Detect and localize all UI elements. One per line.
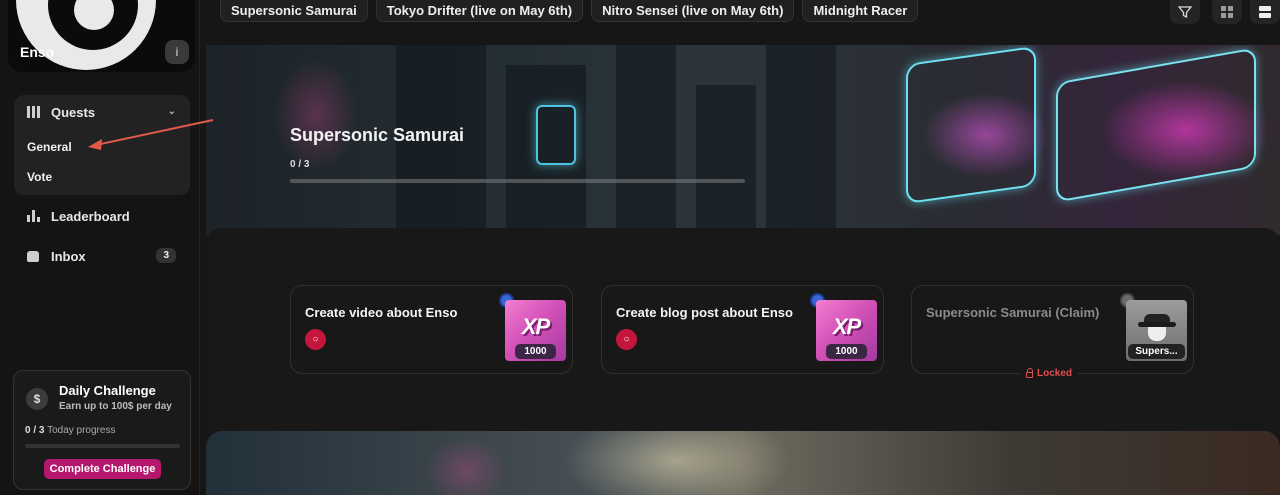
daily-progress-value: 0 / 3: [25, 425, 45, 436]
quest-title: Create video about Enso: [305, 305, 458, 320]
banner-progress-bar: [290, 179, 745, 183]
reward-name: Supers...: [1128, 344, 1185, 359]
daily-progress-bar: [25, 444, 180, 448]
xp-label: XP: [521, 314, 550, 339]
view-controls: [1170, 0, 1280, 24]
xp-reward: XP 1000: [505, 300, 566, 361]
info-icon[interactable]: i: [165, 40, 189, 64]
banner-progress-text: 0 / 3: [290, 159, 310, 170]
dollar-icon: $: [26, 388, 48, 410]
game-banner: Supersonic Samurai 0 / 3: [206, 45, 1280, 235]
locked-label: Locked: [1037, 368, 1073, 379]
character-reward: Supers...: [1126, 300, 1187, 361]
daily-challenge-subtitle: Earn up to 100$ per day: [59, 401, 172, 412]
quest-title: Supersonic Samurai (Claim): [926, 305, 1100, 320]
quests-group: Quests ⌄ General Vote: [14, 95, 190, 195]
reward-amount: 1000: [515, 344, 556, 359]
chevron-down-icon[interactable]: ⌄: [168, 106, 176, 117]
daily-challenge-title: Daily Challenge: [59, 383, 156, 398]
reward-amount: 1000: [826, 344, 867, 359]
daily-progress-text: 0 / 3 Today progress: [25, 425, 115, 436]
filter-icon[interactable]: [1170, 0, 1200, 24]
lock-icon: [1026, 367, 1033, 378]
quest-card-locked[interactable]: Supersonic Samurai (Claim) Supers...: [911, 285, 1194, 374]
quest-card[interactable]: Create blog post about Enso ○ XP 1000: [601, 285, 884, 374]
sidebar-item-label: Inbox: [51, 248, 86, 264]
quest-title: Create blog post about Enso: [616, 305, 793, 320]
tab-tokyo-drifter[interactable]: Tokyo Drifter (live on May 6th): [375, 0, 584, 22]
link-icon[interactable]: ○: [616, 329, 637, 350]
inbox-count-badge: 3: [156, 248, 176, 263]
inbox-icon: [27, 250, 39, 262]
link-icon[interactable]: ○: [305, 329, 326, 350]
samurai-face: [1148, 327, 1166, 341]
list-view-icon[interactable]: [1250, 0, 1280, 24]
quest-card[interactable]: Create video about Enso ○ XP 1000: [290, 285, 573, 374]
xp-reward: XP 1000: [816, 300, 877, 361]
daily-progress-label: Today progress: [47, 425, 116, 436]
complete-challenge-button[interactable]: Complete Challenge: [44, 459, 161, 479]
map-icon: [27, 106, 40, 118]
sidebar-item-leaderboard[interactable]: Leaderboard: [14, 201, 190, 231]
sidebar-item-label: Leaderboard: [51, 208, 130, 224]
sidebar-item-general[interactable]: General: [27, 140, 72, 154]
tab-supersonic-samurai[interactable]: Supersonic Samurai: [220, 0, 368, 22]
sidebar-item-vote[interactable]: Vote: [27, 170, 52, 184]
game-tabs: Supersonic Samurai Tokyo Drifter (live o…: [220, 0, 919, 22]
brand-card[interactable]: Enso i: [8, 0, 195, 72]
tab-nitro-sensei[interactable]: Nitro Sensei (live on May 6th): [591, 0, 795, 22]
xp-label: XP: [832, 314, 861, 339]
brand-name: Enso: [20, 44, 55, 60]
next-game-banner: [206, 431, 1280, 495]
daily-challenge-card: $ Daily Challenge Earn up to 100$ per da…: [13, 370, 191, 490]
sidebar-item-quests[interactable]: Quests ⌄: [14, 95, 190, 129]
tab-midnight-racer[interactable]: Midnight Racer: [802, 0, 919, 22]
bar-chart-icon: [27, 210, 40, 222]
sidebar-item-label: Quests: [51, 104, 96, 120]
sidebar-item-inbox[interactable]: Inbox 3: [14, 241, 190, 271]
grid-view-icon[interactable]: [1212, 0, 1242, 24]
locked-badge: Locked: [1020, 366, 1079, 381]
sidebar: Enso i Quests ⌄ General Vote Leaderboard…: [0, 0, 200, 495]
banner-title: Supersonic Samurai: [290, 125, 465, 145]
